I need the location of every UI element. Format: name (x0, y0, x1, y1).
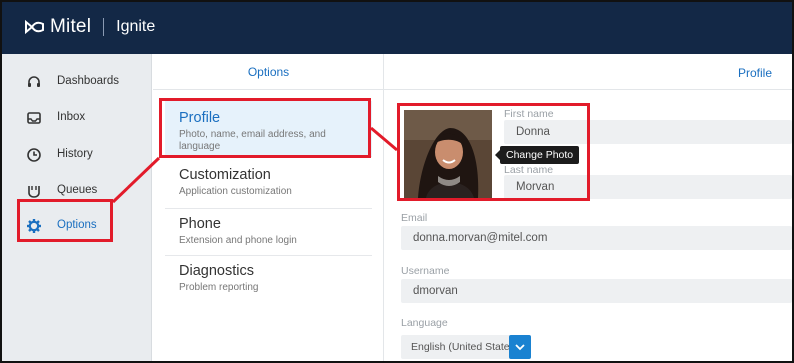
language-value: English (United States) (411, 341, 519, 353)
email-value: donna.morvan@mitel.com (413, 232, 548, 244)
option-title: Customization (179, 167, 271, 183)
username-value: dmorvan (413, 285, 458, 297)
option-diagnostics[interactable]: Diagnostics Problem reporting (165, 256, 372, 302)
sidebar-item-inbox[interactable]: Inbox (2, 106, 152, 130)
email-label: Email (401, 212, 428, 224)
sidebar-item-label: Queues (57, 184, 98, 196)
highlight-profile-option (159, 98, 371, 158)
highlight-profile-photo (397, 103, 590, 201)
profile-title: Profile (737, 66, 772, 80)
profile-header: Profile (384, 54, 792, 90)
sidebar-item-label: History (57, 148, 93, 160)
option-description: Application customization (179, 186, 292, 197)
language-select[interactable]: English (United States) (401, 335, 531, 359)
username-field[interactable]: dmorvan (401, 279, 792, 303)
profile-panel: Profile First name Donna Last name Morva… (384, 54, 792, 361)
mitel-logo-icon (25, 19, 44, 35)
highlight-options-nav (17, 199, 113, 242)
chevron-down-icon (515, 344, 525, 351)
option-description: Problem reporting (179, 282, 259, 293)
sidebar-item-dashboards[interactable]: Dashboards (2, 70, 152, 94)
option-description: Extension and phone login (179, 235, 297, 246)
logo: Mitel Ignite (24, 16, 155, 38)
sidebar-item-label: Dashboards (57, 75, 120, 87)
option-phone[interactable]: Phone Extension and phone login (165, 209, 372, 256)
sidebar-item-history[interactable]: History (2, 143, 152, 167)
queue-icon (28, 186, 40, 198)
option-title: Diagnostics (179, 263, 254, 279)
language-dropdown-button[interactable] (509, 335, 531, 359)
username-label: Username (401, 265, 450, 277)
option-customization[interactable]: Customization Application customization (165, 157, 372, 209)
email-field[interactable]: donna.morvan@mitel.com (401, 226, 792, 250)
headset-icon (28, 76, 40, 87)
brand-name: Mitel (50, 16, 92, 37)
product-name: Ignite (116, 18, 156, 35)
language-label: Language (401, 317, 448, 329)
inbox-icon (27, 112, 41, 124)
option-title: Phone (179, 216, 221, 232)
brand-separator (103, 18, 105, 36)
app-window: Mitel Ignite Dashboards Inbox History Qu… (0, 0, 794, 363)
clock-icon (27, 148, 41, 162)
sidebar-item-label: Inbox (57, 111, 86, 123)
options-header: Options (153, 54, 384, 90)
top-bar: Mitel Ignite (2, 2, 792, 54)
